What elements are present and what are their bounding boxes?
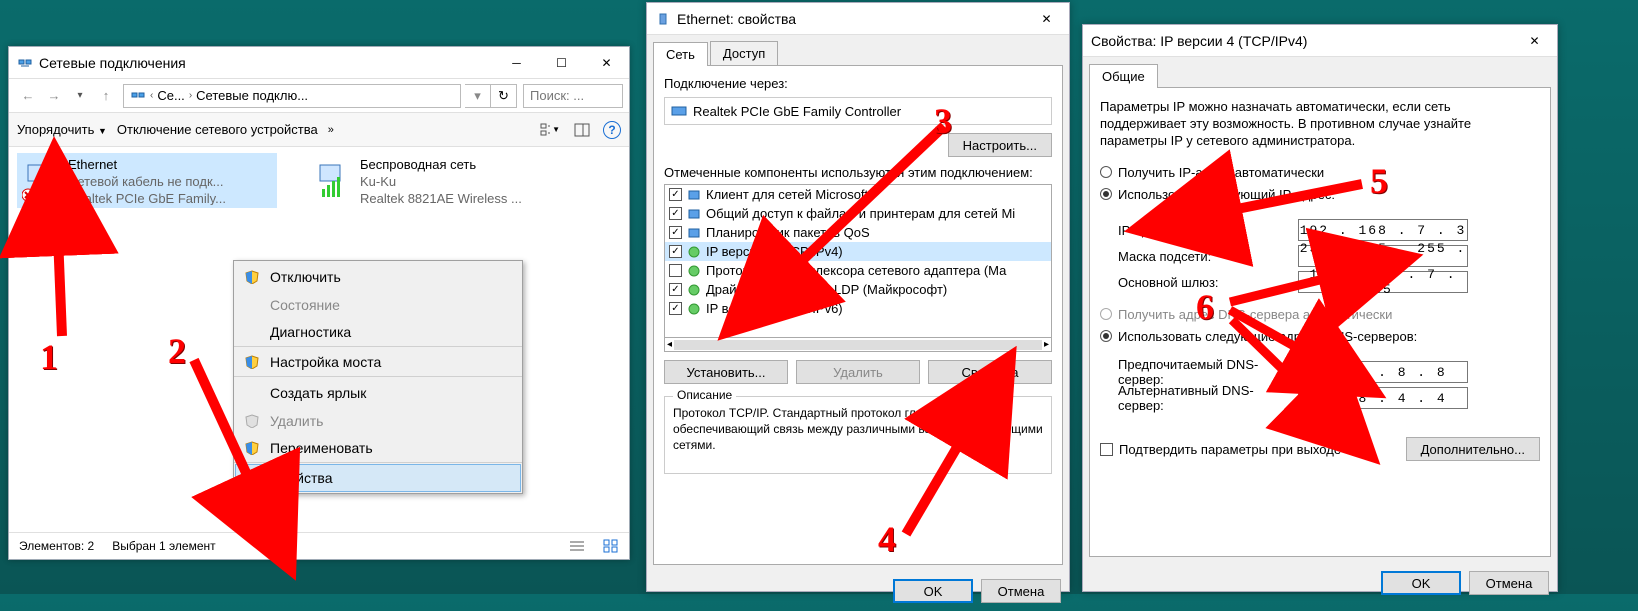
annotation-arrows [0, 0, 1638, 594]
